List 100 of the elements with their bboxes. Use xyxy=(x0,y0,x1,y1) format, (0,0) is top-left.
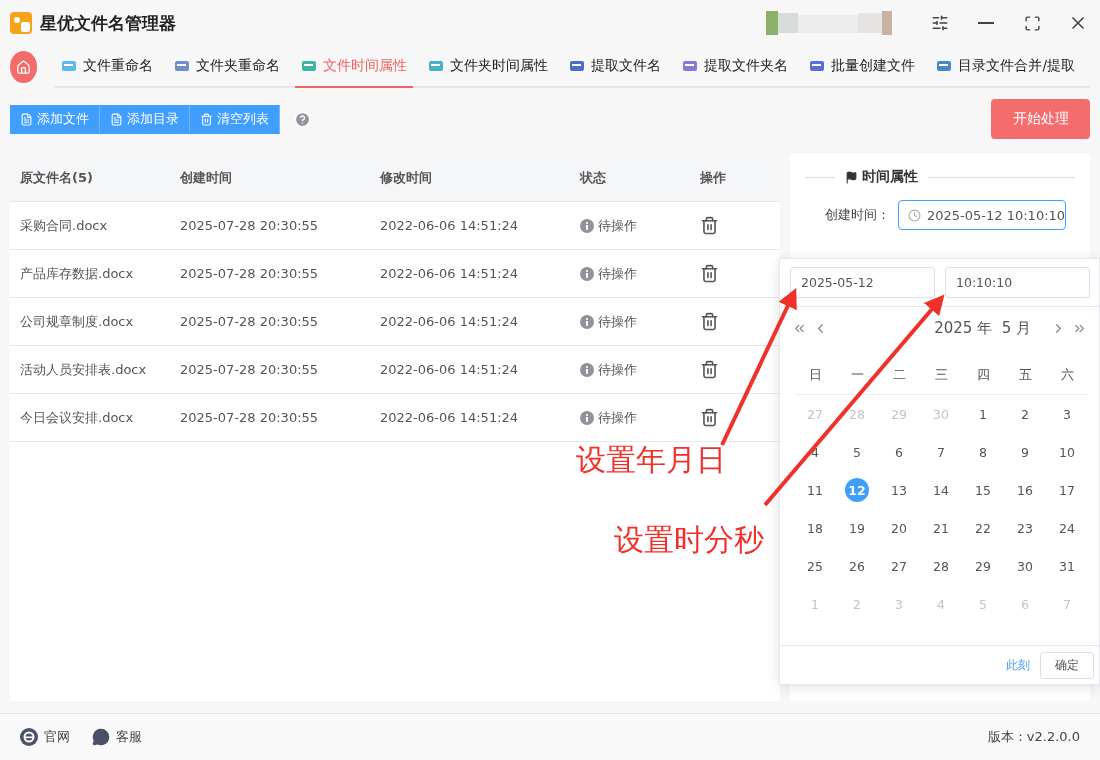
calendar-day[interactable]: 23 xyxy=(1013,516,1037,540)
table-cell-text: 2022-06-06 14:51:24 xyxy=(379,362,520,377)
table-cell-text: 2022-06-06 14:51:24 xyxy=(379,266,520,281)
table-cell-text: 2025-07-28 20:30:55 xyxy=(179,410,320,425)
weekday-label: 六 xyxy=(1046,356,1088,395)
delete-icon[interactable] xyxy=(700,360,719,379)
annotation-text: 设置年月日 xyxy=(576,441,726,479)
calendar-day[interactable]: 13 xyxy=(887,478,911,502)
calendar-day[interactable]: 18 xyxy=(803,516,827,540)
nav-tab[interactable]: 提取文件夹名 xyxy=(676,46,795,88)
weekday-label: 日 xyxy=(794,356,836,395)
table-cell-text: 2022-06-06 14:51:24 xyxy=(379,314,520,329)
table-cell-text: 2022-06-06 14:51:24 xyxy=(379,218,520,233)
column-header: 状态 xyxy=(578,168,607,187)
chat-icon xyxy=(92,728,110,746)
calendar-day[interactable]: 22 xyxy=(971,516,995,540)
info-icon xyxy=(580,266,594,281)
table-cell-text: 今日会议安排.docx xyxy=(19,408,135,427)
field-label: 创建时间： xyxy=(825,206,890,224)
home-icon xyxy=(16,59,32,75)
month-title: 2025 年 5 月 xyxy=(933,319,1032,338)
calendar-day[interactable]: 21 xyxy=(929,516,953,540)
status-text: 待操作 xyxy=(598,216,637,235)
calendar-day[interactable]: 20 xyxy=(887,516,911,540)
weekday-label: 四 xyxy=(962,356,1004,395)
table-cell-text: 2025-07-28 20:30:55 xyxy=(179,362,320,377)
column-header: 创建时间 xyxy=(179,168,233,187)
delete-icon[interactable] xyxy=(700,264,719,283)
annotation-text: 设置时分秒 xyxy=(614,521,764,559)
calendar-day[interactable]: 24 xyxy=(1055,516,1079,540)
status-text: 待操作 xyxy=(598,312,637,331)
info-icon xyxy=(580,362,594,377)
table-cell-text: 2022-06-06 14:51:24 xyxy=(379,410,520,425)
column-header: 修改时间 xyxy=(378,168,433,187)
calendar-day[interactable]: 16 xyxy=(1013,478,1037,502)
calendar-day[interactable]: 31 xyxy=(1055,554,1079,578)
calendar-day[interactable]: 15 xyxy=(971,478,995,502)
calendar-day[interactable]: 9 xyxy=(1013,440,1037,464)
version-text: 版本：v2.2.0.0 xyxy=(987,728,1080,746)
info-icon xyxy=(580,218,594,233)
calendar-day[interactable]: 11 xyxy=(803,478,827,502)
sliders-icon xyxy=(931,14,949,32)
home-button[interactable] xyxy=(10,51,38,83)
calendar-day[interactable]: 6 xyxy=(887,440,911,464)
calendar-day[interactable]: 1 xyxy=(971,402,995,426)
calendar-day[interactable]: 2 xyxy=(1013,402,1037,426)
datetime-field[interactable]: 2025-05-12 10:10:10 xyxy=(898,200,1066,230)
weekday-label: 三 xyxy=(920,356,962,395)
help-icon[interactable] xyxy=(294,110,311,128)
table-cell-text: 2025-07-28 20:30:55 xyxy=(179,314,320,329)
calendar-day[interactable]: 27 xyxy=(887,554,911,578)
clock-icon xyxy=(908,208,921,222)
calendar-day[interactable]: 4 xyxy=(803,440,827,464)
calendar-day[interactable]: 25 xyxy=(803,554,827,578)
weekday-label: 二 xyxy=(878,356,920,395)
nav-tab[interactable]: 目录文件合并/提取 xyxy=(930,46,1081,88)
info-icon xyxy=(580,314,594,329)
nav-tab[interactable]: 提取文件名 xyxy=(563,46,668,88)
minimize-icon xyxy=(978,22,994,24)
calendar-day[interactable]: 10 xyxy=(1055,440,1079,464)
footer-link[interactable]: 客服 xyxy=(92,728,142,746)
calendar-day[interactable]: 8 xyxy=(971,440,995,464)
delete-icon[interactable] xyxy=(700,408,719,427)
nav-tab[interactable]: 文件夹重命名 xyxy=(168,46,287,88)
nav-tab[interactable]: 文件重命名 xyxy=(55,46,160,88)
calendar-day[interactable]: 29 xyxy=(971,554,995,578)
maximize-icon xyxy=(1023,14,1041,32)
date-input[interactable]: 2025-05-12 xyxy=(790,267,935,298)
calendar-day[interactable]: 7 xyxy=(929,440,953,464)
calendar-day[interactable]: 5 xyxy=(845,440,869,464)
column-header: 操作 xyxy=(699,168,727,187)
flag-icon xyxy=(845,170,858,184)
nav-tab[interactable]: 批量创建文件 xyxy=(803,46,922,88)
calendar-day[interactable]: 26 xyxy=(845,554,869,578)
nav-tab[interactable]: 文件夹时间属性 xyxy=(422,46,555,88)
window-title: 星优文件名管理器 xyxy=(40,11,177,35)
time-input[interactable]: 10:10:10 xyxy=(945,267,1090,298)
weekday-label: 五 xyxy=(1004,356,1046,395)
table-cell-text: 2025-07-28 20:30:55 xyxy=(179,218,320,233)
table-cell-text: 2025-07-28 20:30:55 xyxy=(179,266,320,281)
calendar-day[interactable]: 14 xyxy=(929,478,953,502)
column-header: 原文件名(5) xyxy=(19,168,94,187)
confirm-button[interactable]: 确定 xyxy=(1040,651,1094,679)
calendar-day[interactable]: 3 xyxy=(1055,402,1079,426)
calendar-day[interactable]: 19 xyxy=(845,516,869,540)
delete-icon[interactable] xyxy=(700,312,719,331)
calendar-day[interactable]: 17 xyxy=(1055,478,1079,502)
status-text: 待操作 xyxy=(598,264,637,283)
calendar-day[interactable]: 30 xyxy=(1013,554,1037,578)
table-cell-text: 产品库存数据.docx xyxy=(19,264,135,283)
calendar-day[interactable]: 28 xyxy=(929,554,953,578)
section-title: 时间属性 xyxy=(845,168,918,186)
table-cell-text: 活动人员安排表.docx xyxy=(19,360,148,379)
app-logo-icon xyxy=(10,12,32,34)
footer-link[interactable]: 官网 xyxy=(20,728,70,746)
status-text: 待操作 xyxy=(598,360,637,379)
table-cell-text: 公司规章制度.docx xyxy=(19,312,135,331)
weekday-label: 一 xyxy=(836,356,878,395)
info-icon xyxy=(580,410,594,425)
delete-icon[interactable] xyxy=(700,216,719,235)
